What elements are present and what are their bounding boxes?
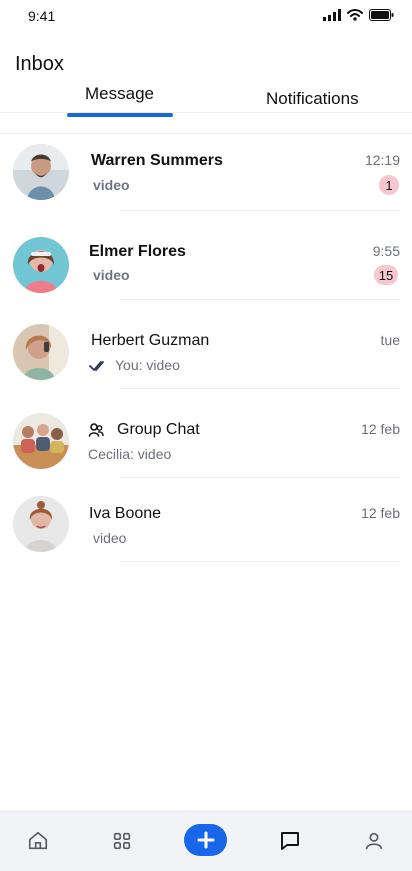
- tab-notifications[interactable]: Notifications: [266, 89, 359, 109]
- chat-time: 9:55: [372, 243, 400, 259]
- chat-time: 12 feb: [361, 505, 400, 521]
- avatar: [13, 237, 69, 293]
- row-separator: [120, 210, 400, 211]
- chat-row-warren-summers[interactable]: Warren Summers 12:19 video 1: [0, 134, 412, 222]
- signal-icon: [323, 8, 341, 26]
- chat-preview: video: [93, 177, 130, 193]
- chat-time: 12 feb: [361, 421, 400, 437]
- chat-preview: video: [93, 267, 130, 283]
- chat-row-group-chat[interactable]: Group Chat 12 feb Cecilia: video: [0, 401, 412, 489]
- chat-time: 12:19: [364, 152, 400, 168]
- chat-name: Group Chat: [117, 421, 200, 438]
- bottom-navigation: [0, 811, 412, 871]
- row-separator: [120, 299, 400, 300]
- chat-name: Elmer Flores: [89, 243, 186, 260]
- status-time: 9:41: [28, 8, 56, 24]
- page-title: Inbox: [15, 53, 64, 75]
- chat-preview: You: video: [115, 357, 180, 373]
- chat-name: Iva Boone: [89, 505, 162, 522]
- chat-row-elmer-flores[interactable]: Elmer Flores 9:55 video 15: [0, 223, 412, 311]
- tab-message[interactable]: Message: [85, 84, 154, 104]
- tab-bar: Message Notifications: [0, 84, 412, 114]
- grid-icon[interactable]: [107, 826, 137, 856]
- chat-name: Warren Summers: [91, 152, 223, 169]
- chat-row-iva-boone[interactable]: Iva Boone 12 feb video: [0, 490, 412, 578]
- chat-icon[interactable]: [275, 826, 305, 856]
- wifi-icon: [347, 8, 363, 26]
- avatar: [13, 324, 69, 380]
- status-icons: [323, 8, 394, 26]
- status-bar: 9:41: [0, 0, 412, 34]
- plus-icon[interactable]: [184, 824, 227, 856]
- double-check-icon: [89, 361, 104, 371]
- home-icon[interactable]: [23, 826, 53, 856]
- group-icon: [88, 423, 104, 437]
- battery-icon: [369, 8, 394, 26]
- unread-badge: 1: [379, 175, 399, 195]
- chat-time: tue: [380, 332, 400, 348]
- avatar: [13, 496, 69, 552]
- avatar: [13, 413, 69, 469]
- row-separator: [120, 477, 400, 478]
- chat-name: Herbert Guzman: [91, 332, 210, 349]
- chat-row-herbert-guzman[interactable]: Herbert Guzman tue You: video: [0, 312, 412, 400]
- chat-preview: Cecilia: video: [88, 446, 172, 462]
- unread-badge: 15: [374, 265, 398, 285]
- active-tab-indicator: [67, 113, 173, 117]
- tabs-divider: [0, 112, 412, 113]
- chat-preview: video: [93, 530, 127, 546]
- profile-icon[interactable]: [359, 826, 389, 856]
- row-separator: [120, 388, 400, 389]
- avatar: [13, 144, 69, 200]
- row-separator: [120, 561, 400, 562]
